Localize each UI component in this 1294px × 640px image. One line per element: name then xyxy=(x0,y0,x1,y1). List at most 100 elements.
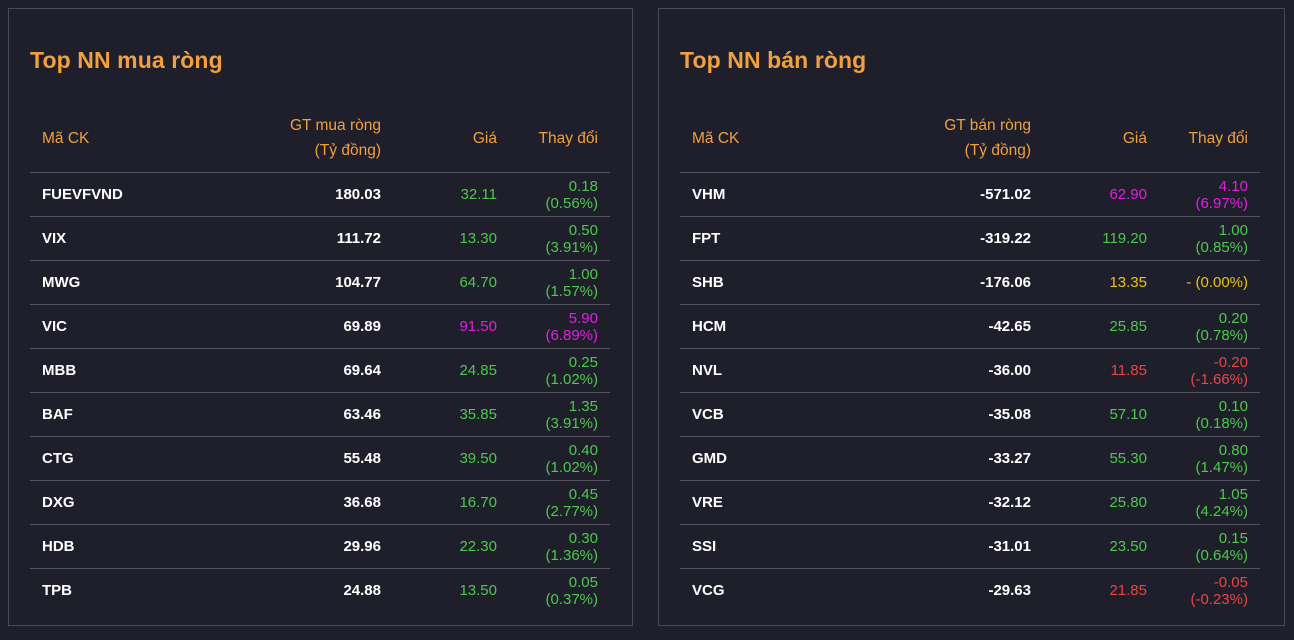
net-value-cell: -33.27 xyxy=(844,436,1043,481)
panel-title: Top NN bán ròng xyxy=(680,47,867,73)
stock-code-cell[interactable]: HCM xyxy=(680,304,844,349)
net-value-cell: -319.22 xyxy=(844,216,1043,261)
stock-code-cell[interactable]: FUEVFVND xyxy=(30,172,194,217)
table-row[interactable]: VCG -29.63 21.85 -0.05 (-0.23%) xyxy=(680,569,1260,613)
stock-code-cell[interactable]: VCB xyxy=(680,392,844,437)
table-header-row: Mã CK GT mua ròng (Tỷ đồng) Giá Thay đổi xyxy=(30,104,610,173)
table-row[interactable]: VCB -35.08 57.10 0.10 (0.18%) xyxy=(680,392,1260,437)
table-row[interactable]: MBB 69.64 24.85 0.25 (1.02%) xyxy=(30,348,610,393)
header-price[interactable]: Giá xyxy=(1043,104,1159,173)
net-value-cell: -29.63 xyxy=(988,582,1031,599)
table-row[interactable]: VIC 69.89 91.50 5.90 (6.89%) xyxy=(30,304,610,349)
table-row[interactable]: FPT -319.22 119.20 1.00 (0.85%) xyxy=(680,216,1260,261)
net-value-cell: 180.03 xyxy=(194,172,393,217)
table-row[interactable]: VIX 111.72 13.30 0.50 (3.91%) xyxy=(30,216,610,261)
price-cell: 62.90 xyxy=(1043,172,1159,217)
stock-code-cell[interactable]: HDB xyxy=(30,524,194,569)
table-row[interactable]: VRE -32.12 25.80 1.05 (4.24%) xyxy=(680,480,1260,525)
net-buy-table: Mã CK GT mua ròng (Tỷ đồng) Giá Thay đổi … xyxy=(30,104,610,612)
net-value-cell: -31.01 xyxy=(844,524,1043,569)
net-value-cell: 24.88 xyxy=(343,582,381,599)
stock-code-cell[interactable]: VIX xyxy=(30,216,194,261)
price-cell: 39.50 xyxy=(393,436,509,481)
net-value-cell: -42.65 xyxy=(844,304,1043,349)
net-value-cell: -176.06 xyxy=(844,260,1043,305)
stock-code-cell[interactable]: FPT xyxy=(680,216,844,261)
change-cell: 0.40 (1.02%) xyxy=(509,436,610,481)
table-row[interactable]: BAF 63.46 35.85 1.35 (3.91%) xyxy=(30,392,610,437)
change-cell: 0.05 (0.37%) xyxy=(545,573,598,608)
net-sell-table: Mã CK GT bán ròng (Tỷ đồng) Giá Thay đổi … xyxy=(680,104,1260,612)
table-row[interactable]: NVL -36.00 11.85 -0.20 (-1.66%) xyxy=(680,348,1260,393)
change-cell: 1.00 (0.85%) xyxy=(1159,216,1260,261)
change-cell: -0.05 (-0.23%) xyxy=(1190,573,1248,608)
table-row[interactable]: DXG 36.68 16.70 0.45 (2.77%) xyxy=(30,480,610,525)
table-row[interactable]: CTG 55.48 39.50 0.40 (1.02%) xyxy=(30,436,610,481)
change-cell: 0.18 (0.56%) xyxy=(509,172,610,217)
stock-code-cell[interactable]: GMD xyxy=(680,436,844,481)
price-cell: 55.30 xyxy=(1043,436,1159,481)
stock-code-cell[interactable]: VCG xyxy=(680,569,844,613)
stock-code-cell[interactable]: NVL xyxy=(680,348,844,393)
net-value-cell: -32.12 xyxy=(844,480,1043,525)
header-net-value-line1: GT bán ròng xyxy=(944,117,1031,134)
net-value-cell: 29.96 xyxy=(194,524,393,569)
net-value-cell: 36.68 xyxy=(194,480,393,525)
table-row[interactable]: HCM -42.65 25.85 0.20 (0.78%) xyxy=(680,304,1260,349)
table-row[interactable]: HDB 29.96 22.30 0.30 (1.36%) xyxy=(30,524,610,569)
change-cell: 0.45 (2.77%) xyxy=(509,480,610,525)
change-cell: 1.05 (4.24%) xyxy=(1159,480,1260,525)
change-cell: 4.10 (6.97%) xyxy=(1159,172,1260,217)
stock-code-cell[interactable]: CTG xyxy=(30,436,194,481)
header-net-value-line2: (Tỷ đồng) xyxy=(314,142,381,159)
price-cell: 13.50 xyxy=(459,582,497,599)
table-row[interactable]: VHM -571.02 62.90 4.10 (6.97%) xyxy=(680,172,1260,217)
table-row[interactable]: FUEVFVND 180.03 32.11 0.18 (0.56%) xyxy=(30,172,610,217)
net-value-cell: 104.77 xyxy=(194,260,393,305)
price-cell: 119.20 xyxy=(1043,216,1159,261)
stock-code-cell[interactable]: DXG xyxy=(30,480,194,525)
change-cell: 0.20 (0.78%) xyxy=(1159,304,1260,349)
table-row[interactable]: MWG 104.77 64.70 1.00 (1.57%) xyxy=(30,260,610,305)
price-cell: 16.70 xyxy=(393,480,509,525)
stock-code-cell[interactable]: VRE xyxy=(680,480,844,525)
stock-code-cell[interactable]: VHM xyxy=(680,172,844,217)
net-value-cell: -36.00 xyxy=(844,348,1043,393)
header-net-value[interactable]: GT bán ròng (Tỷ đồng) xyxy=(844,104,1043,173)
header-stock-code[interactable]: Mã CK xyxy=(30,104,194,173)
stock-code-cell[interactable]: TPB xyxy=(30,569,194,613)
header-net-value[interactable]: GT mua ròng (Tỷ đồng) xyxy=(194,104,393,173)
price-cell: 91.50 xyxy=(393,304,509,349)
change-cell: 0.25 (1.02%) xyxy=(509,348,610,393)
price-cell: 64.70 xyxy=(393,260,509,305)
header-price[interactable]: Giá xyxy=(393,104,509,173)
net-value-cell: 63.46 xyxy=(194,392,393,437)
header-change[interactable]: Thay đổi xyxy=(1159,104,1260,173)
stock-code-cell[interactable]: SHB xyxy=(680,260,844,305)
table-row[interactable]: SSI -31.01 23.50 0.15 (0.64%) xyxy=(680,524,1260,569)
price-cell: 57.10 xyxy=(1043,392,1159,437)
price-cell: 11.85 xyxy=(1043,348,1159,393)
net-value-cell: 69.64 xyxy=(194,348,393,393)
change-cell: 0.50 (3.91%) xyxy=(509,216,610,261)
change-cell: 5.90 (6.89%) xyxy=(509,304,610,349)
table-row[interactable]: GMD -33.27 55.30 0.80 (1.47%) xyxy=(680,436,1260,481)
stock-code-cell[interactable]: MBB xyxy=(30,348,194,393)
header-net-value-line1: GT mua ròng xyxy=(289,117,381,134)
header-change[interactable]: Thay đổi xyxy=(509,104,610,173)
net-value-cell: 69.89 xyxy=(194,304,393,349)
price-cell: 25.85 xyxy=(1043,304,1159,349)
top-net-sell-panel: Top NN bán ròng Mã CK GT bán ròng (Tỷ đồn… xyxy=(658,8,1285,626)
net-value-cell: -35.08 xyxy=(844,392,1043,437)
stock-code-cell[interactable]: SSI xyxy=(680,524,844,569)
panel-title: Top NN mua ròng xyxy=(30,47,223,73)
stock-code-cell[interactable]: BAF xyxy=(30,392,194,437)
stock-code-cell[interactable]: VIC xyxy=(30,304,194,349)
change-cell: - (0.00%) xyxy=(1159,260,1260,305)
stock-code-cell[interactable]: MWG xyxy=(30,260,194,305)
change-cell: 1.35 (3.91%) xyxy=(509,392,610,437)
table-row[interactable]: TPB 24.88 13.50 0.05 (0.37%) xyxy=(30,569,610,613)
header-stock-code[interactable]: Mã CK xyxy=(680,104,844,173)
table-row[interactable]: SHB -176.06 13.35- (0.00%) xyxy=(680,260,1260,305)
price-cell: 21.85 xyxy=(1109,582,1147,599)
